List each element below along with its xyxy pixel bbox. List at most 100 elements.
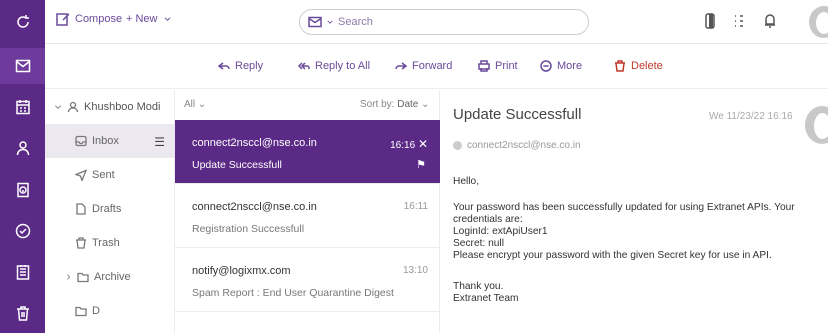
reply-all-icon (298, 62, 310, 70)
person-icon (67, 101, 79, 113)
forward-label: Forward (412, 60, 453, 72)
reply-label: Reply (235, 60, 264, 72)
delete-button[interactable]: Delete (614, 60, 663, 72)
account-header[interactable]: Khushboo Modi (45, 90, 175, 124)
sender-line: connect2nsccl@nse.co.in (453, 140, 581, 151)
drive-icon[interactable] (0, 172, 45, 208)
list-header: All ⌄ Sort by: Date ⌄ (175, 90, 440, 120)
folder-sent[interactable]: Sent (45, 158, 175, 192)
message-body: Hello, Your password has been successful… (453, 176, 825, 305)
trash-rail-icon[interactable] (0, 295, 45, 331)
message-time: 16:16 ✕ (390, 137, 428, 151)
reply-all-button[interactable]: Reply to All (298, 60, 370, 72)
new-label: + New (126, 13, 158, 25)
flag-icon[interactable]: ⚑ (416, 158, 426, 171)
send-icon (75, 169, 87, 181)
compose-label: Compose (75, 13, 123, 25)
notes-icon[interactable] (0, 254, 45, 290)
reply-all-label: Reply to All (315, 60, 371, 72)
message-subject: Registration Successfull (192, 223, 305, 235)
app-rail (0, 0, 45, 333)
account-name: Khushboo Modi (84, 101, 161, 113)
folder-label: Archive (94, 271, 131, 283)
message-row[interactable]: notify@logixmx.com Spam Report : End Use… (175, 248, 440, 312)
message-subject: Spam Report : End User Quarantine Digest (192, 287, 394, 299)
folder-drafts[interactable]: Drafts (45, 192, 175, 226)
message-subject: Update Successfull (192, 159, 282, 171)
reading-pane: Update Successfull We 11/23/22 16:16 con… (441, 90, 828, 333)
message-list: All ⌄ Sort by: Date ⌄ connect2nsccl@nse.… (175, 90, 440, 333)
top-toolbar: Compose + New Search (45, 0, 828, 44)
printer-icon (478, 60, 490, 72)
message-sender: notify@logixmx.com (192, 265, 291, 277)
message-time: 16:11 (403, 201, 428, 212)
chevron-down-icon (164, 17, 170, 21)
reply-button[interactable]: Reply (218, 60, 263, 72)
search-placeholder: Search (338, 16, 373, 28)
body-signature: Extranet Team (453, 293, 519, 304)
trash-icon (615, 60, 625, 72)
message-actions: Reply Reply to All Forward Print More De… (45, 45, 828, 89)
folder-label: Drafts (92, 203, 122, 215)
draft-icon (76, 203, 86, 215)
message-sender: connect2nsccl@nse.co.in (192, 201, 317, 213)
calendar-icon[interactable] (0, 89, 45, 125)
mail-icon[interactable] (0, 48, 45, 84)
message-time: 13:10 (402, 265, 428, 276)
body-line: Your password has been successfully upda… (453, 202, 795, 225)
body-line: Please encrypt your password with the gi… (453, 250, 772, 261)
reading-pane-icon[interactable] (702, 12, 718, 33)
folder-pane: Khushboo Modi Inbox ☰ Sent Drafts Trash … (45, 90, 175, 333)
more-label: More (557, 60, 583, 72)
more-icon (540, 60, 552, 72)
compose-button[interactable]: Compose (56, 12, 122, 26)
folder-trash[interactable]: Trash (45, 226, 175, 260)
folder-archive[interactable]: Archive (45, 260, 175, 294)
folder-label: Inbox (92, 135, 119, 147)
sort-dropdown[interactable]: Sort by: Date ⌄ (360, 99, 430, 110)
body-line: Secret: null (453, 238, 504, 249)
sender-avatar (805, 106, 828, 144)
mail-filter-icon (308, 16, 322, 28)
user-avatar[interactable] (809, 6, 828, 38)
body-line: LoginId: extApiUser1 (453, 226, 548, 237)
forward-button[interactable]: Forward (395, 60, 452, 72)
contacts-icon[interactable] (0, 130, 45, 166)
folder-menu-icon[interactable]: ☰ (154, 135, 165, 149)
trash-icon (76, 237, 86, 249)
folder-label: Sent (92, 169, 115, 181)
folder-label: D (92, 305, 100, 317)
chevron-down-icon (327, 20, 333, 24)
folder-icon (75, 306, 87, 317)
message-title: Update Successfull (453, 106, 582, 123)
chevron-right-icon (67, 274, 71, 280)
close-icon[interactable]: ✕ (418, 137, 428, 151)
message-row[interactable]: connect2nsccl@nse.co.in Registration Suc… (175, 184, 440, 248)
reply-icon (218, 62, 230, 70)
folder-icon (77, 272, 89, 283)
folder-label: Trash (92, 237, 120, 249)
apps-grid-icon[interactable] (731, 12, 747, 33)
forward-icon (395, 62, 407, 70)
inbox-icon (75, 135, 87, 147)
compose-icon (56, 13, 70, 26)
tasks-icon[interactable] (0, 213, 45, 249)
folder-inbox[interactable]: Inbox ☰ (45, 124, 175, 158)
message-row[interactable]: connect2nsccl@nse.co.in Update Successfu… (175, 120, 440, 184)
more-button[interactable]: More (540, 60, 582, 72)
print-button[interactable]: Print (478, 60, 518, 72)
refresh-icon[interactable] (0, 4, 45, 40)
sender-address[interactable]: connect2nsccl@nse.co.in (467, 140, 581, 151)
message-date: We 11/23/22 16:16 (709, 111, 793, 122)
new-button[interactable]: + New (126, 12, 172, 26)
search-input[interactable]: Search (299, 9, 589, 35)
body-signoff: Thank you. (453, 281, 504, 292)
filter-dropdown[interactable]: All ⌄ (184, 99, 206, 110)
delete-label: Delete (631, 60, 663, 72)
bell-icon[interactable] (762, 12, 778, 33)
folder-d[interactable]: D (45, 294, 175, 328)
sender-avatar-dot (453, 141, 462, 150)
chevron-down-icon (55, 105, 61, 109)
body-greeting: Hello, (453, 176, 480, 187)
print-label: Print (495, 60, 518, 72)
